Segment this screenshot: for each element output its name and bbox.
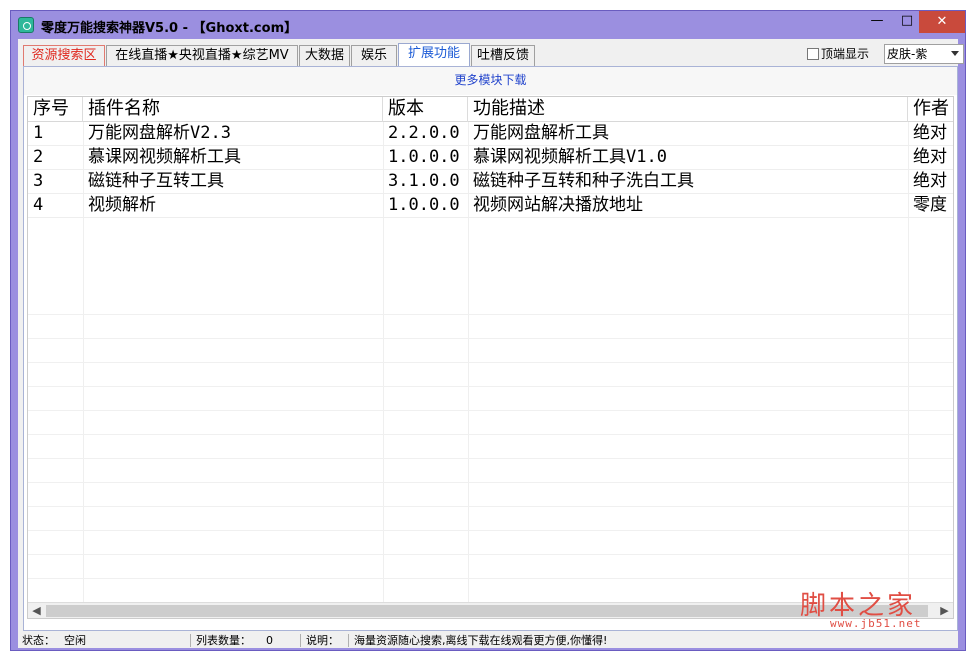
cell-author: 零度 bbox=[913, 195, 947, 215]
chevron-down-icon bbox=[951, 51, 959, 56]
table-row[interactable]: 3 磁链种子互转工具 3.1.0.0 磁链种子互转和种子洗白工具 绝对 bbox=[28, 170, 953, 194]
status-value: 空闲 bbox=[64, 634, 86, 647]
header-author[interactable]: 作者 bbox=[908, 97, 953, 122]
topmost-label: 顶端显示 bbox=[821, 47, 870, 61]
cell-plugin-name: 磁链种子互转工具 bbox=[88, 171, 224, 191]
cell-description: 万能网盘解析工具 bbox=[473, 123, 609, 143]
row-divider bbox=[28, 362, 953, 363]
header-plugin-name[interactable]: 插件名称 bbox=[83, 97, 383, 122]
row-divider bbox=[28, 482, 953, 483]
plugin-list[interactable]: 序号 插件名称 版本 功能描述 作者 1 万能网盘解析V2.3 2.2.0.0 … bbox=[27, 96, 954, 619]
header-version[interactable]: 版本 bbox=[383, 97, 468, 122]
row-divider bbox=[28, 506, 953, 507]
row-divider bbox=[28, 410, 953, 411]
title-bar[interactable]: 零度万能搜索神器V5.0 - 【Ghoxt.com】 — □ ✕ bbox=[11, 11, 965, 39]
window-title: 零度万能搜索神器V5.0 - 【Ghoxt.com】 bbox=[41, 21, 298, 36]
row-divider bbox=[28, 578, 953, 579]
row-divider bbox=[28, 554, 953, 555]
status-bar: 状态： 空闲 列表数量： 0 说明： 海量资源随心搜索,离线下载在线观看更方便,… bbox=[18, 633, 958, 648]
more-modules-link[interactable]: 更多模块下载 bbox=[24, 67, 957, 95]
close-button[interactable]: ✕ bbox=[919, 11, 965, 33]
status-divider bbox=[300, 634, 301, 647]
table-row[interactable]: 2 慕课网视频解析工具 1.0.0.0 慕课网视频解析工具V1.0 绝对 bbox=[28, 146, 953, 170]
topmost-checkbox[interactable]: 顶端显示 bbox=[807, 45, 869, 62]
maximize-button[interactable]: □ bbox=[892, 11, 922, 33]
description-value: 海量资源随心搜索,离线下载在线观看更方便,你懂得! bbox=[354, 634, 608, 647]
row-divider bbox=[28, 434, 953, 435]
cell-description: 视频网站解决播放地址 bbox=[473, 195, 643, 215]
row-divider bbox=[28, 386, 953, 387]
cell-plugin-name: 慕课网视频解析工具 bbox=[88, 147, 241, 167]
cell-index: 3 bbox=[33, 171, 44, 191]
cell-index: 4 bbox=[33, 195, 44, 215]
cell-index: 1 bbox=[33, 123, 44, 143]
cell-version: 1.0.0.0 bbox=[388, 195, 460, 215]
plugin-list-header: 序号 插件名称 版本 功能描述 作者 bbox=[28, 97, 953, 122]
app-window: 零度万能搜索神器V5.0 - 【Ghoxt.com】 — □ ✕ 资源搜索区 在… bbox=[10, 10, 966, 651]
app-logo-icon bbox=[18, 17, 34, 33]
count-value: 0 bbox=[266, 634, 273, 647]
minimize-button[interactable]: — bbox=[862, 11, 892, 33]
row-divider bbox=[28, 458, 953, 459]
cell-version: 3.1.0.0 bbox=[388, 171, 460, 191]
extensions-panel: 更多模块下载 序号 插件名称 版本 功能描述 作者 1 万能网盘解析V2.3 2… bbox=[23, 66, 958, 631]
cell-description: 慕课网视频解析工具V1.0 bbox=[473, 147, 667, 167]
row-divider bbox=[28, 338, 953, 339]
tab-entertainment[interactable]: 娱乐 bbox=[351, 45, 397, 66]
tab-resource-search[interactable]: 资源搜索区 bbox=[23, 45, 105, 66]
cell-author: 绝对 bbox=[913, 123, 947, 143]
scrollbar-thumb[interactable] bbox=[46, 605, 928, 617]
status-divider bbox=[190, 634, 191, 647]
table-row[interactable]: 1 万能网盘解析V2.3 2.2.0.0 万能网盘解析工具 绝对 bbox=[28, 122, 953, 146]
cell-author: 绝对 bbox=[913, 171, 947, 191]
watermark-url: www.jb51.net bbox=[830, 617, 922, 630]
row-divider bbox=[28, 530, 953, 531]
client-area: 资源搜索区 在线直播★央视直播★综艺MV 大数据 娱乐 扩展功能 吐槽反馈 顶端… bbox=[18, 39, 964, 648]
table-row[interactable]: 4 视频解析 1.0.0.0 视频网站解决播放地址 零度 bbox=[28, 194, 953, 218]
tab-extensions[interactable]: 扩展功能 bbox=[398, 43, 470, 67]
header-description[interactable]: 功能描述 bbox=[468, 97, 908, 122]
cell-description: 磁链种子互转和种子洗白工具 bbox=[473, 171, 694, 191]
skin-dropdown[interactable]: 皮肤-紫 bbox=[884, 44, 964, 64]
count-label: 列表数量： bbox=[196, 634, 251, 647]
cell-author: 绝对 bbox=[913, 147, 947, 167]
header-index[interactable]: 序号 bbox=[28, 97, 83, 122]
tab-big-data[interactable]: 大数据 bbox=[299, 45, 350, 66]
skin-value: 皮肤-紫 bbox=[887, 47, 928, 61]
cell-plugin-name: 万能网盘解析V2.3 bbox=[88, 123, 231, 143]
scroll-left-icon[interactable]: ◀ bbox=[28, 603, 45, 618]
cell-version: 2.2.0.0 bbox=[388, 123, 460, 143]
status-label: 状态： bbox=[22, 634, 55, 647]
tab-feedback[interactable]: 吐槽反馈 bbox=[471, 45, 535, 66]
cell-index: 2 bbox=[33, 147, 44, 167]
description-label: 说明： bbox=[306, 634, 339, 647]
cell-version: 1.0.0.0 bbox=[388, 147, 460, 167]
row-divider bbox=[28, 314, 953, 315]
tab-live-tv[interactable]: 在线直播★央视直播★综艺MV bbox=[106, 45, 298, 66]
scroll-right-icon[interactable]: ▶ bbox=[936, 603, 953, 618]
checkbox-box[interactable] bbox=[807, 48, 819, 60]
status-divider bbox=[348, 634, 349, 647]
cell-plugin-name: 视频解析 bbox=[88, 195, 156, 215]
